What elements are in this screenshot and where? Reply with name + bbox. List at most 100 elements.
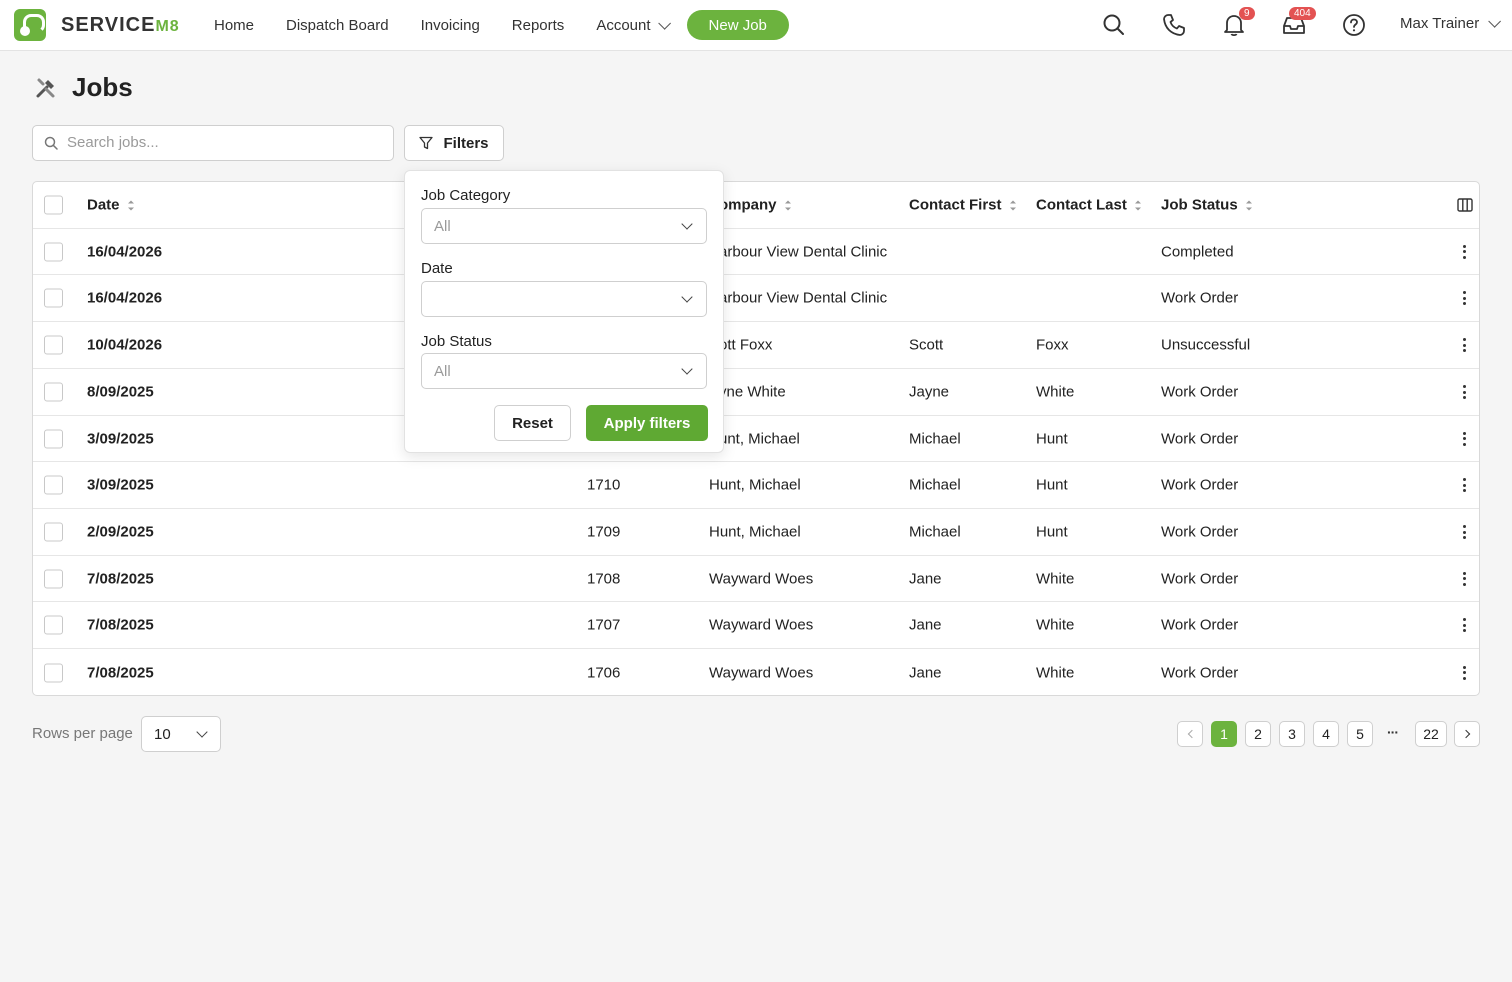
page-button-5[interactable]: 5 [1347, 721, 1373, 747]
cell-date: 2/09/2025 [87, 523, 154, 541]
row-actions-menu-icon[interactable] [1463, 665, 1467, 680]
chevron-left-icon [1187, 729, 1196, 739]
nav-home[interactable]: Home [214, 17, 254, 34]
tools-icon [36, 78, 55, 97]
phone-icon[interactable] [1161, 12, 1187, 38]
cell-job-status: Work Order [1161, 616, 1239, 634]
table-row[interactable]: 7/08/2025 1707 Wayward Woes Jane White Work O… [33, 602, 1479, 649]
table-row[interactable]: 16/04/2026 arbour View Dental Clinic Work … [33, 275, 1479, 322]
table-row[interactable]: 3/09/2025 1710 Hunt, Michael Michael Hunt Wor… [33, 462, 1479, 509]
row-actions-menu-icon[interactable] [1463, 478, 1467, 492]
cell-company: Hunt, Michael [709, 476, 801, 494]
sort-icon [1245, 200, 1252, 211]
row-checkbox[interactable] [44, 522, 63, 542]
cell-job-number: 1707 [587, 616, 621, 634]
table-row[interactable]: 10/04/2026 ott Foxx Scott Foxx Unsuccessful [33, 322, 1479, 369]
sort-icon [127, 200, 134, 211]
servicem8-logo[interactable]: SERVICEM8 [14, 9, 180, 41]
row-actions-menu-icon[interactable] [1463, 291, 1467, 305]
row-actions-menu-icon[interactable] [1463, 525, 1467, 539]
rows-per-page-label: Rows per page [32, 725, 133, 742]
table-row[interactable]: 8/09/2025 yne White Jayne White Work Order [33, 369, 1479, 416]
table-row[interactable]: 16/04/2026 arbour View Dental Clinic Compl… [33, 229, 1479, 275]
filters-button[interactable]: Filters [404, 125, 504, 161]
cell-job-status: Work Order [1161, 523, 1239, 541]
row-checkbox[interactable] [44, 429, 63, 448]
nav-dispatch-board[interactable]: Dispatch Board [286, 17, 389, 34]
column-header-date[interactable]: Date [87, 197, 134, 214]
job-category-value: All [434, 218, 451, 235]
brand-suffix: M8 [155, 17, 180, 35]
row-actions-menu-icon[interactable] [1463, 431, 1467, 446]
column-header-company[interactable]: ompany [719, 197, 791, 214]
columns-icon[interactable] [1457, 198, 1473, 212]
filter-icon [419, 136, 434, 150]
cell-job-status: Work Order [1161, 289, 1239, 307]
row-checkbox[interactable] [44, 475, 63, 495]
column-header-job-status[interactable]: Job Status [1161, 197, 1252, 214]
previous-page-button[interactable] [1177, 721, 1203, 747]
row-checkbox[interactable] [44, 615, 63, 635]
logo-mark-icon [14, 9, 46, 41]
nav-account-label: Account [596, 16, 651, 34]
cell-company: unt, Michael [719, 430, 800, 447]
table-row[interactable]: 3/09/2025 unt, Michael Michael Hunt Work Ord… [33, 416, 1479, 462]
cell-job-number: 1709 [587, 523, 621, 541]
help-icon[interactable] [1341, 12, 1367, 38]
nav-invoicing[interactable]: Invoicing [421, 17, 480, 34]
next-page-button[interactable] [1454, 721, 1480, 747]
page-header: Jobs [34, 72, 133, 103]
row-actions-menu-icon[interactable] [1463, 244, 1467, 259]
page-button-4[interactable]: 4 [1313, 721, 1339, 747]
cell-company: yne White [719, 383, 786, 401]
row-checkbox[interactable] [44, 569, 63, 588]
page-title: Jobs [72, 72, 133, 102]
cell-date: 7/08/2025 [87, 664, 154, 681]
column-header-contact-first[interactable]: Contact First [909, 197, 1016, 214]
rows-per-page-select[interactable]: 10 [141, 716, 221, 752]
new-job-button[interactable]: New Job [686, 10, 789, 40]
job-status-filter-select[interactable]: All [421, 353, 707, 389]
row-checkbox[interactable] [44, 663, 63, 682]
row-checkbox[interactable] [44, 288, 63, 308]
date-filter-select[interactable] [421, 281, 707, 317]
cell-date: 7/08/2025 [87, 616, 154, 634]
cell-date: 7/08/2025 [87, 570, 154, 587]
user-menu[interactable]: Max Trainer [1400, 15, 1502, 32]
nav-account-menu[interactable]: Account [596, 16, 671, 34]
top-navigation-bar: SERVICEM8 Home Dispatch Board Invoicing … [0, 0, 1512, 51]
chevron-down-icon [657, 16, 671, 30]
cell-contact-last: White [1036, 570, 1075, 587]
row-checkbox[interactable] [44, 242, 63, 261]
search-box [32, 125, 394, 161]
select-all-checkbox[interactable] [44, 195, 63, 215]
row-checkbox[interactable] [44, 335, 63, 355]
reset-filters-button[interactable]: Reset [494, 405, 571, 441]
table-row[interactable]: 7/08/2025 1706 Wayward Woes Jane White Work O… [33, 649, 1479, 695]
row-actions-menu-icon[interactable] [1463, 571, 1467, 586]
cell-job-status: Work Order [1161, 430, 1239, 447]
row-checkbox[interactable] [44, 382, 63, 402]
page-button-3[interactable]: 3 [1279, 721, 1305, 747]
cell-job-status: Work Order [1161, 664, 1239, 681]
cell-company: Wayward Woes [709, 570, 814, 587]
cell-company: Wayward Woes [709, 616, 814, 634]
job-category-label: Job Category [421, 187, 511, 204]
cell-contact-first: Jane [909, 616, 942, 634]
job-category-select[interactable]: All [421, 208, 707, 244]
page-button-2[interactable]: 2 [1245, 721, 1271, 747]
row-actions-menu-icon[interactable] [1463, 338, 1467, 352]
cell-contact-last: Hunt [1036, 523, 1068, 541]
column-header-contact-last[interactable]: Contact Last [1036, 197, 1141, 214]
row-actions-menu-icon[interactable] [1463, 385, 1467, 399]
cell-date: 16/04/2026 [87, 289, 163, 307]
search-icon[interactable] [1101, 12, 1127, 38]
page-button-1[interactable]: 1 [1211, 721, 1237, 747]
page-button-last[interactable]: 22 [1415, 721, 1447, 747]
table-row[interactable]: 2/09/2025 1709 Hunt, Michael Michael Hunt Wor… [33, 509, 1479, 556]
nav-reports[interactable]: Reports [512, 17, 565, 34]
apply-filters-button[interactable]: Apply filters [586, 405, 708, 441]
search-input[interactable] [67, 134, 367, 151]
table-row[interactable]: 7/08/2025 1708 Wayward Woes Jane White Work O… [33, 556, 1479, 602]
row-actions-menu-icon[interactable] [1463, 618, 1467, 632]
